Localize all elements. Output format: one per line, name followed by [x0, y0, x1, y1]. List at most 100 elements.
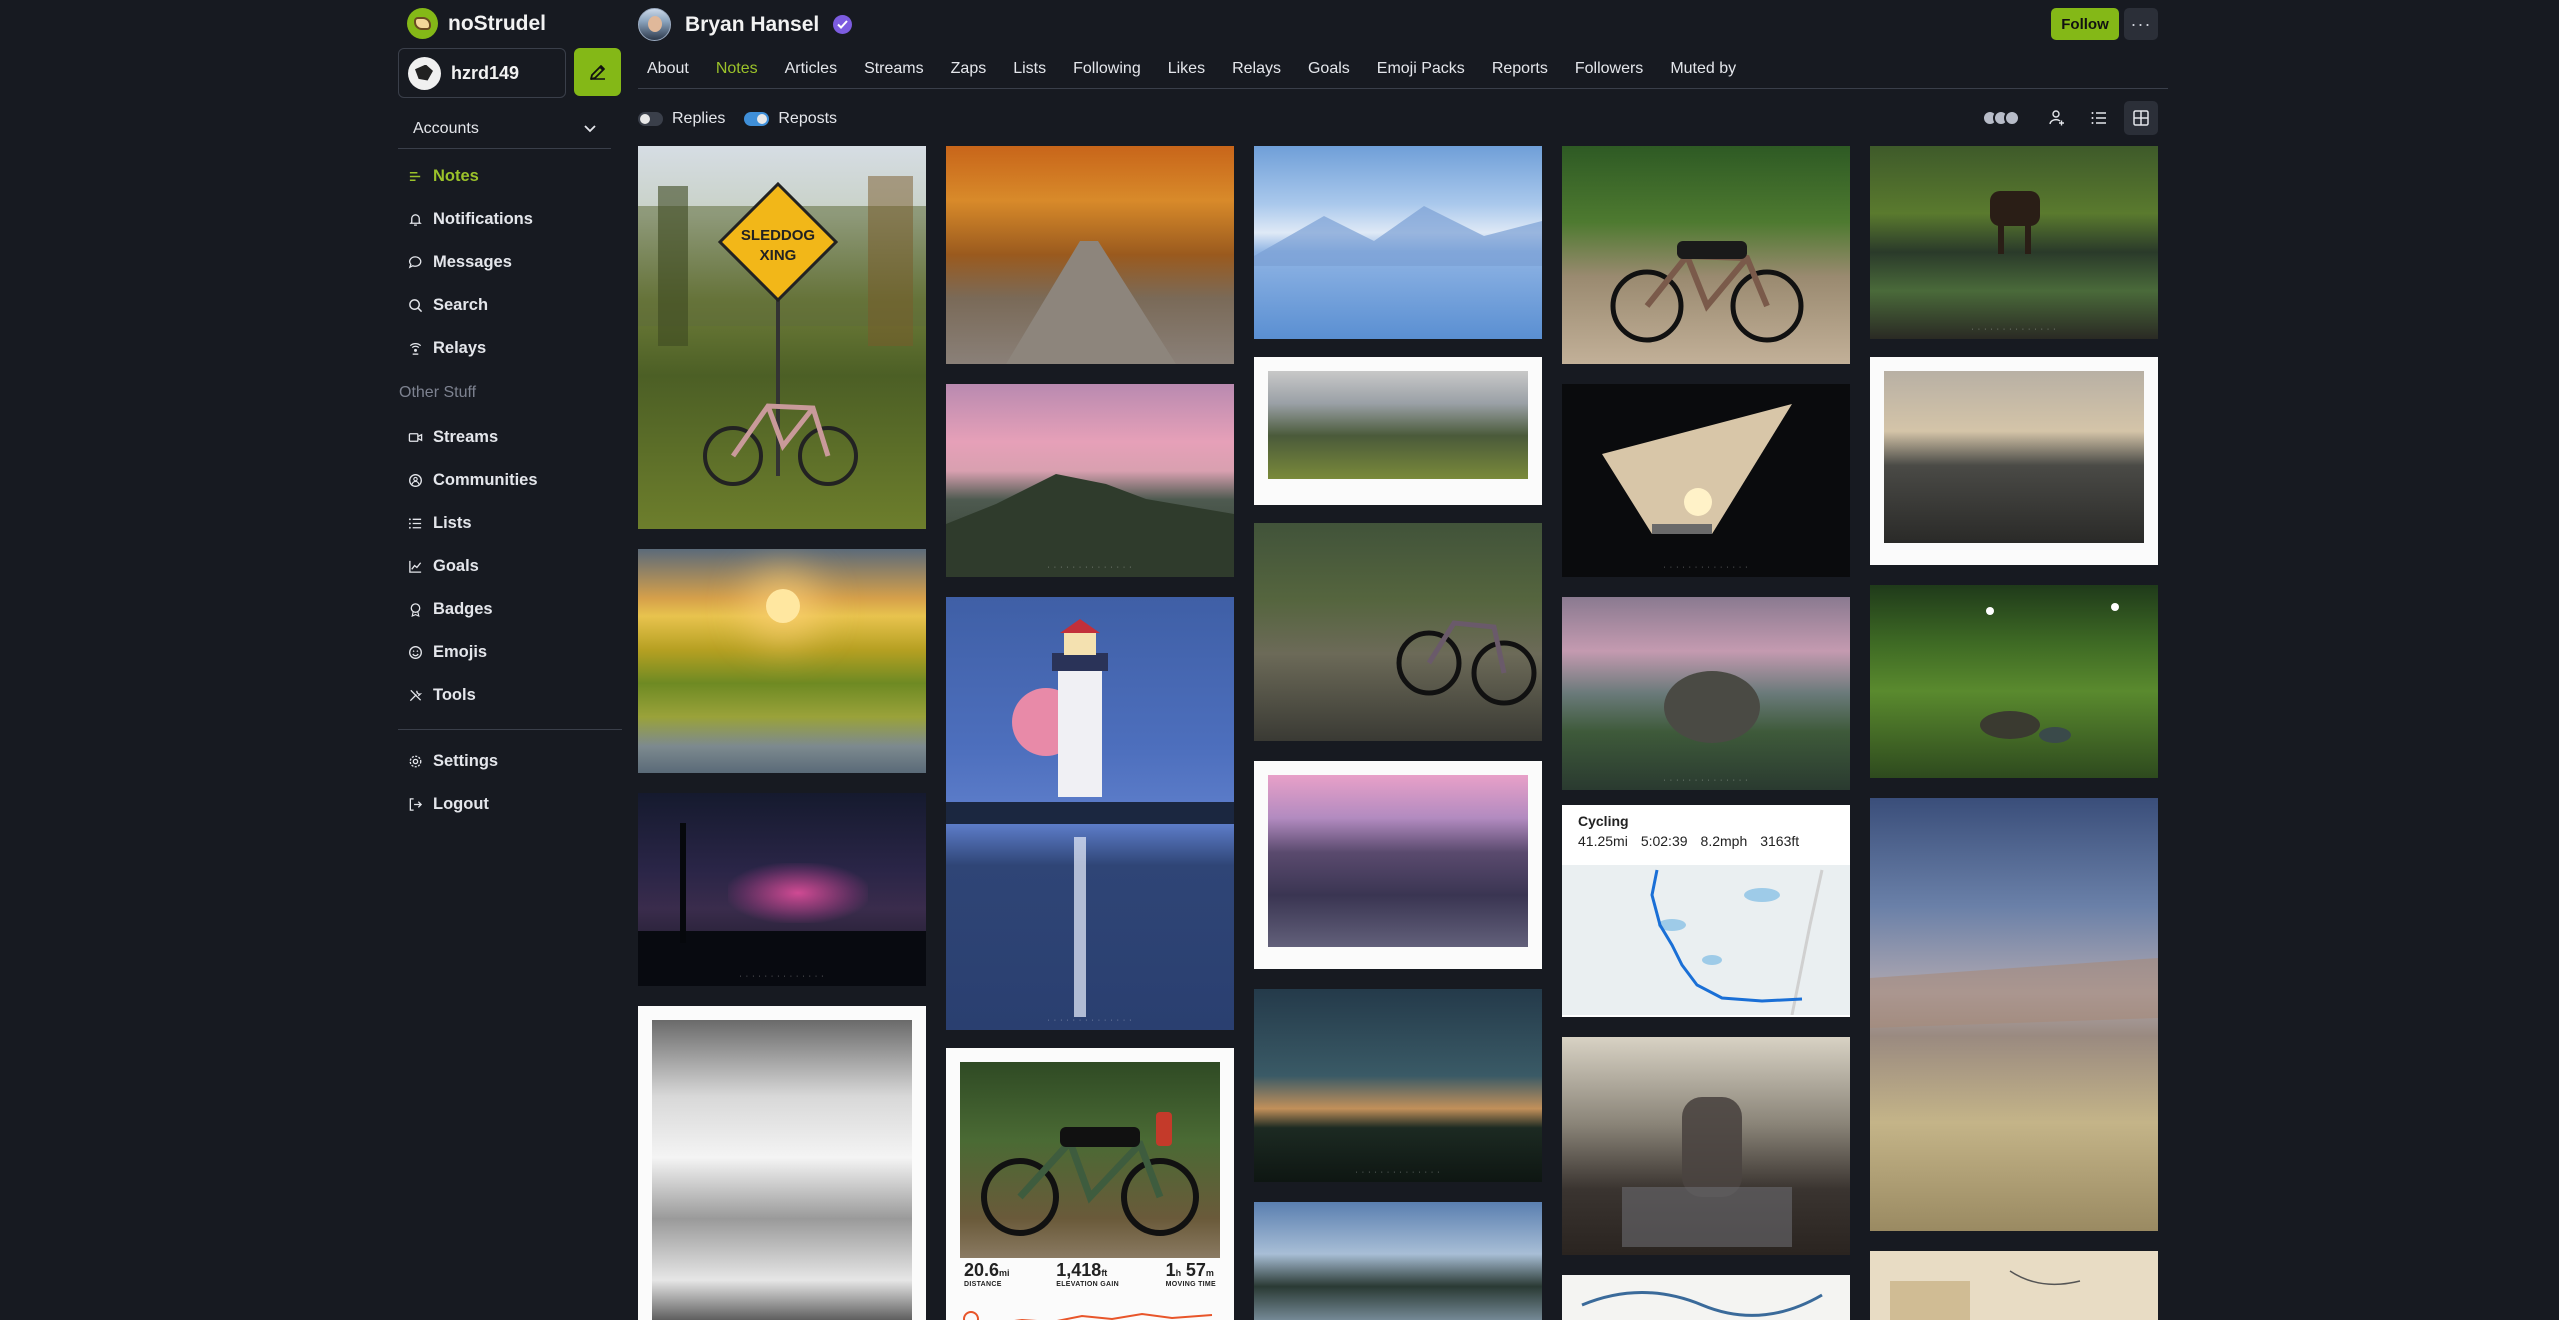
tab-zaps[interactable]: Zaps	[942, 49, 996, 89]
photo-tile[interactable]	[1562, 1037, 1850, 1255]
tab-articles[interactable]: Articles	[776, 49, 846, 89]
photo-tile[interactable]	[1254, 1202, 1542, 1320]
nav-label: Emojis	[433, 643, 488, 661]
photo-tile[interactable]	[1870, 798, 2158, 1231]
reposts-toggle[interactable]: Reposts	[744, 110, 837, 128]
nav-item-streams[interactable]: Streams	[398, 416, 622, 459]
photo-tile[interactable]: · · · · · · · · · · · · · ·	[1254, 989, 1542, 1182]
sidebar: noStrudel hzrd149 Accounts Notes Notific…	[398, 0, 622, 1320]
nav-item-emojis[interactable]: Emojis	[398, 631, 622, 674]
badge-icon	[410, 603, 421, 617]
photo-tile[interactable]	[1254, 761, 1542, 969]
feed-filters: Replies Reposts	[638, 101, 2158, 137]
photo-tile[interactable]: · · · · · · · · · · · · · ·	[946, 597, 1234, 1030]
list-view-button[interactable]	[2082, 101, 2116, 135]
photo-tile[interactable]: · · · · · · · · · · · · · ·	[638, 793, 926, 986]
relay-status-icon[interactable]	[1982, 110, 2020, 126]
photo-tile[interactable]: · · · · · · · · · · · · · ·	[1562, 384, 1850, 577]
replies-toggle[interactable]: Replies	[638, 110, 725, 128]
account-username: hzrd149	[451, 62, 520, 83]
follow-button[interactable]: Follow	[2051, 8, 2119, 40]
photo-tile[interactable]	[638, 1006, 926, 1320]
tab-streams[interactable]: Streams	[855, 49, 933, 89]
verified-badge-icon	[833, 15, 853, 34]
photo-tile[interactable]	[1254, 523, 1542, 741]
tab-notes[interactable]: Notes	[707, 49, 767, 89]
nav-item-logout[interactable]: Logout	[398, 783, 622, 826]
photo-tile[interactable]	[1870, 357, 2158, 565]
nav-item-search[interactable]: Search	[398, 284, 622, 327]
tab-following[interactable]: Following	[1064, 49, 1150, 89]
tab-lists[interactable]: Lists	[1004, 49, 1055, 89]
nav-label: Communities	[433, 471, 538, 489]
tab-muted-by[interactable]: Muted by	[1661, 49, 1745, 89]
account-switcher[interactable]: hzrd149	[398, 48, 566, 98]
cycling-stats: 41.25mi 5:02:39 8.2mph 3163ft	[1578, 833, 1799, 849]
autumn-road-photo	[1006, 241, 1176, 364]
photo-tile[interactable]	[638, 549, 926, 773]
nav-item-messages[interactable]: Messages	[398, 241, 622, 284]
compose-button[interactable]	[574, 48, 621, 96]
replies-label: Replies	[672, 110, 726, 127]
tab-likes[interactable]: Likes	[1159, 49, 1214, 89]
ride-distance-value: 20.6	[964, 1260, 1000, 1280]
people-filter-button[interactable]	[2040, 101, 2074, 135]
grid-view-icon	[2133, 110, 2149, 126]
strudel-logo-icon	[407, 8, 438, 39]
photo-tile[interactable]	[1254, 146, 1542, 339]
photo-tile[interactable]: SLEDDOG XING	[638, 146, 926, 529]
photo-tile[interactable]	[1870, 1251, 2158, 1320]
tab-about[interactable]: About	[638, 49, 698, 89]
ride-distance-unit: mi	[999, 1268, 1010, 1278]
app-name: noStrudel	[448, 11, 546, 35]
notes-icon	[409, 172, 421, 181]
profile-header: Bryan Hansel	[638, 8, 853, 41]
photo-tile[interactable]	[1254, 357, 1542, 505]
photo-tile[interactable]	[1562, 1275, 1850, 1320]
app-brand[interactable]: noStrudel	[407, 8, 546, 39]
nav-item-communities[interactable]: Communities	[398, 459, 622, 502]
photo-tile[interactable]	[1562, 146, 1850, 364]
nav-item-relays[interactable]: Relays	[398, 327, 622, 370]
ride-moving-time: 1h 57m MOVING TIME	[1166, 1260, 1216, 1288]
tab-relays[interactable]: Relays	[1223, 49, 1290, 89]
cycling-activity-card[interactable]: Cycling 41.25mi 5:02:39 8.2mph 3163ft	[1562, 805, 1850, 1017]
replies-switch[interactable]	[638, 112, 663, 126]
photo-tile[interactable]: · · · · · · · · · · · · · ·	[1562, 597, 1850, 790]
pink-sky-cliff-photo	[946, 474, 1234, 577]
nav-item-tools[interactable]: Tools	[398, 674, 622, 717]
cycling-title: Cycling	[1578, 813, 1629, 829]
reposts-switch[interactable]	[744, 112, 770, 126]
window-cat-photo	[1622, 1097, 1792, 1247]
watermark: · · · · · · · · · · · · · ·	[1663, 564, 1749, 571]
nav-item-badges[interactable]: Badges	[398, 588, 622, 631]
ride-time-minutes-unit: m	[1205, 1268, 1214, 1278]
ride-elevation: 1,418ft ELEVATION GAIN	[1056, 1260, 1119, 1288]
photo-tile[interactable]: · · · · · · · · · · · · · ·	[1870, 146, 2158, 339]
misty-lake-photo	[1254, 206, 1542, 266]
tab-followers[interactable]: Followers	[1566, 49, 1652, 89]
photo-tile[interactable]	[946, 146, 1234, 364]
accounts-dropdown[interactable]: Accounts	[398, 109, 611, 149]
nav-item-notes[interactable]: Notes	[398, 155, 622, 198]
nav-item-settings[interactable]: Settings	[398, 740, 622, 783]
tab-goals[interactable]: Goals	[1299, 49, 1359, 89]
route-map-graphic	[1562, 865, 1850, 1016]
nav-label: Search	[433, 296, 489, 314]
tab-emoji-packs[interactable]: Emoji Packs	[1368, 49, 1474, 89]
ride-summary-card[interactable]: 20.6mi DISTANCE 1,418ft ELEVATION GAIN 1…	[946, 1048, 1234, 1320]
nav-label: Notifications	[433, 210, 533, 228]
accounts-label: Accounts	[413, 119, 479, 137]
nav-label: Logout	[433, 795, 489, 813]
avatar[interactable]	[638, 8, 671, 41]
nav-item-notifications[interactable]: Notifications	[398, 198, 622, 241]
grid-view-button[interactable]	[2124, 101, 2158, 135]
nav-item-goals[interactable]: Goals	[398, 545, 622, 588]
tab-reports[interactable]: Reports	[1483, 49, 1557, 89]
photo-tile[interactable]	[1870, 585, 2158, 778]
more-options-button[interactable]: ···	[2124, 8, 2158, 40]
nav-item-lists[interactable]: Lists	[398, 502, 622, 545]
nav-label: Tools	[433, 686, 476, 704]
photo-tile[interactable]: · · · · · · · · · · · · · ·	[946, 384, 1234, 577]
gear-icon	[409, 755, 422, 768]
